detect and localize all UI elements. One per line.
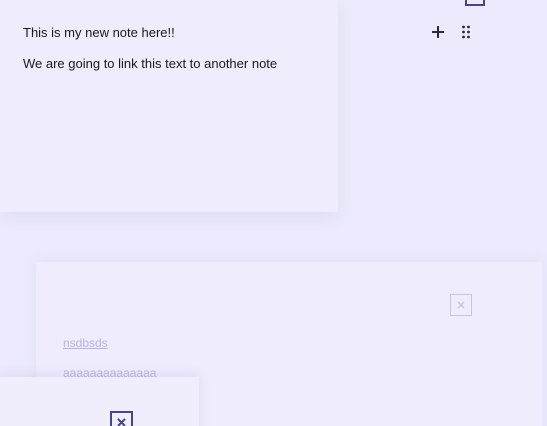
note-card-tertiary[interactable] [0, 377, 199, 426]
drag-handle-icon [462, 25, 470, 39]
note-frame-handle[interactable] [465, 0, 485, 6]
close-icon [117, 418, 126, 426]
notes-canvas: This is my new note here!! We are going … [0, 0, 547, 426]
note-link-text[interactable]: nsdbsds [63, 336, 108, 350]
close-icon [457, 301, 465, 309]
close-note-button[interactable] [450, 294, 472, 316]
close-note-button[interactable] [110, 411, 133, 426]
note-body[interactable]: We are going to link this text to anothe… [23, 56, 277, 71]
drag-handle-button[interactable] [458, 23, 474, 41]
note-title[interactable]: This is my new note here!! [23, 25, 175, 40]
add-note-button[interactable] [429, 23, 447, 41]
note-card-main[interactable]: This is my new note here!! We are going … [0, 0, 338, 212]
plus-icon [432, 26, 444, 38]
